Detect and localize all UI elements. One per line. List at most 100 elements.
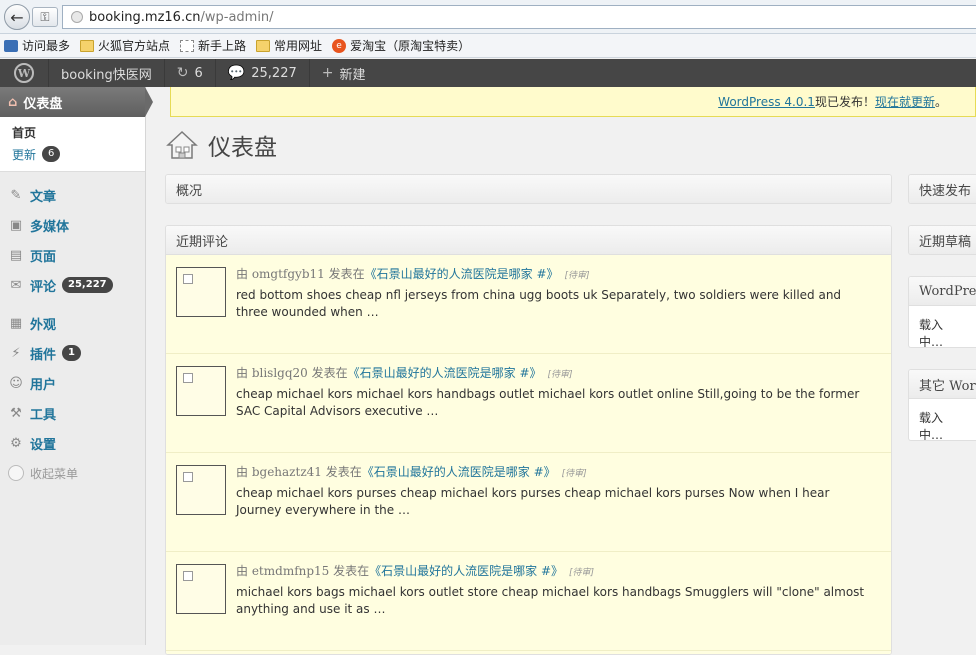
browser-toolbar: ← ⚿ booking.mz16.cn/wp-admin/	[0, 0, 976, 34]
comment-posted-in: 发表在	[329, 564, 370, 578]
address-bar[interactable]: booking.mz16.cn/wp-admin/	[62, 5, 976, 29]
comment-excerpt: michael kors bags michael kors outlet st…	[236, 585, 865, 616]
dashboard-house-icon	[166, 129, 198, 161]
collapse-menu-button[interactable]: 收起菜单	[0, 458, 145, 488]
update-now-link[interactable]: 现在就更新	[875, 93, 935, 110]
comment-by: 由	[236, 267, 252, 281]
search-icon	[4, 39, 18, 52]
submenu-updates-label: 更新	[12, 147, 37, 162]
comments-count: 25,227	[251, 65, 297, 81]
wp-logo-menu[interactable]: W	[0, 59, 49, 87]
bookmark-label: 访问最多	[22, 39, 71, 53]
menu-pages[interactable]: ▤ 页面	[0, 240, 145, 270]
comment-author: bgehaztz41	[251, 465, 322, 479]
bookmark-label: 新手上路	[198, 39, 247, 53]
bookmark-label: 常用网址	[274, 39, 323, 53]
broken-image-icon	[183, 274, 193, 284]
comments-badge: 25,227	[62, 277, 113, 293]
page-icon	[180, 39, 195, 52]
plugin-icon: ⚡	[11, 345, 21, 361]
comment-posted-in: 发表在	[324, 267, 365, 281]
new-content-link[interactable]: + 新建	[310, 59, 378, 87]
refresh-icon: ↻	[176, 65, 189, 81]
media-icon: ▣	[9, 217, 23, 233]
wordpress-logo-icon: W	[14, 63, 34, 83]
current-arrow	[145, 87, 153, 117]
bookmark-firefox-site[interactable]: 火狐官方站点	[80, 37, 170, 54]
site-identity-button[interactable]: ⚿	[32, 7, 58, 27]
plugins-badge: 1	[62, 345, 81, 361]
recent-comments-title[interactable]: 近期评论	[166, 226, 891, 255]
recent-drafts-title[interactable]: 近期草稿	[909, 226, 976, 254]
site-name: booking快医网	[61, 67, 152, 83]
folder-icon	[256, 39, 271, 52]
other-news-widget: 其它 WordPress 新闻 载入中…	[908, 369, 976, 441]
bookmarks-bar: 访问最多 火狐官方站点 新手上路 常用网址 e 爱淘宝（原淘宝特卖）	[0, 34, 976, 58]
comment-item: 由 etmdmfnp15 发表在《石景山最好的人流医院是哪家 #》 [待审] mi…	[166, 552, 891, 651]
update-notice: WordPress 4.0.1 现已发布！ 现在就更新 。	[170, 87, 976, 117]
comment-by: 由	[236, 465, 252, 479]
comment-post-link[interactable]: 《石景山最好的人流医院是哪家 #》	[365, 267, 559, 281]
menu-users[interactable]: ☺ 用户	[0, 368, 145, 398]
bookmark-getting-started[interactable]: 新手上路	[180, 37, 246, 54]
bookmark-taobao[interactable]: e 爱淘宝（原淘宝特卖）	[332, 37, 470, 54]
users-icon: ☺	[9, 375, 23, 391]
comment-excerpt: cheap michael kors purses cheap michael …	[236, 486, 830, 517]
menu-label: 外观	[30, 317, 57, 333]
bookmark-common-sites[interactable]: 常用网址	[256, 37, 322, 54]
collapse-icon	[8, 465, 24, 481]
comment-icon: ✉	[10, 277, 22, 293]
page-header: 仪表盘	[166, 128, 277, 162]
menu-label: 评论	[30, 279, 57, 295]
back-button[interactable]: ←	[4, 4, 30, 30]
pending-status: [待审]	[569, 568, 595, 578]
comment-meta: 由 blislgq20 发表在《石景山最好的人流医院是哪家 #》 [待审]	[236, 364, 573, 381]
broken-image-icon	[183, 373, 193, 383]
notice-text: 现已发布！	[814, 95, 875, 109]
menu-comments[interactable]: ✉ 评论 25,227	[0, 270, 145, 300]
quick-press-title[interactable]: 快速发布	[909, 175, 976, 203]
menu-label: 用户	[30, 377, 57, 393]
comments-link[interactable]: 💬 25,227	[216, 59, 310, 87]
menu-media[interactable]: ▣ 多媒体	[0, 210, 145, 240]
site-name-link[interactable]: booking快医网	[49, 59, 165, 87]
page-icon: ▤	[9, 247, 23, 263]
wordpress-blog-loading: 载入中…	[919, 318, 944, 348]
avatar	[176, 366, 226, 416]
bookmark-most-visited[interactable]: 访问最多	[4, 37, 70, 54]
avatar	[176, 564, 226, 614]
new-label: 新建	[339, 67, 366, 83]
submenu-home[interactable]: 首页	[12, 123, 145, 143]
menu-dashboard[interactable]: ⌂ 仪表盘	[0, 87, 153, 117]
comment-post-link[interactable]: 《石景山最好的人流医院是哪家 #》	[348, 366, 542, 380]
avatar	[176, 465, 226, 515]
admin-sidebar: ⌂ 仪表盘 首页 更新 6 ✎ 文章 ▣ 多媒体 ▤ 页面 ✉ 评论 25,227 ▦ 外观 …	[0, 87, 153, 645]
home-icon: ⌂	[8, 94, 18, 110]
comment-post-link[interactable]: 《石景山最好的人流医院是哪家 #》	[362, 465, 556, 479]
comment-bubble-icon: 💬	[227, 65, 246, 81]
comment-posted-in: 发表在	[321, 465, 362, 479]
comment-list: 由 omgtfgyb11 发表在《石景山最好的人流医院是哪家 #》 [待审] re…	[166, 255, 891, 654]
updates-badge: 6	[42, 146, 61, 162]
broken-image-icon	[183, 571, 193, 581]
wordpress-version-link[interactable]: WordPress 4.0.1	[718, 95, 815, 109]
menu-plugins[interactable]: ⚡ 插件 1	[0, 338, 145, 368]
menu-tools[interactable]: ⚒ 工具	[0, 398, 145, 428]
quick-press-widget: 快速发布	[908, 174, 976, 204]
updates-link[interactable]: ↻ 6	[165, 59, 216, 87]
menu-posts[interactable]: ✎ 文章	[0, 180, 145, 210]
pending-status: [待审]	[561, 469, 587, 479]
broken-image-icon	[183, 472, 193, 482]
pending-status: [待审]	[564, 271, 590, 281]
other-news-title[interactable]: 其它 WordPress 新闻	[909, 370, 976, 399]
comment-post-link[interactable]: 《石景山最好的人流医院是哪家 #》	[369, 564, 563, 578]
menu-settings[interactable]: ⚙ 设置	[0, 428, 145, 458]
comment-meta: 由 etmdmfnp15 发表在《石景山最好的人流医院是哪家 #》 [待审]	[236, 562, 594, 579]
wordpress-blog-title[interactable]: WordPress	[909, 277, 976, 306]
overview-title[interactable]: 概况	[166, 175, 891, 203]
menu-appearance[interactable]: ▦ 外观	[0, 308, 145, 338]
url-host: booking.mz16.cn	[89, 9, 201, 25]
menu-label: 插件	[30, 347, 57, 363]
pending-status: [待审]	[547, 370, 573, 380]
submenu-updates[interactable]: 更新 6	[12, 143, 145, 165]
